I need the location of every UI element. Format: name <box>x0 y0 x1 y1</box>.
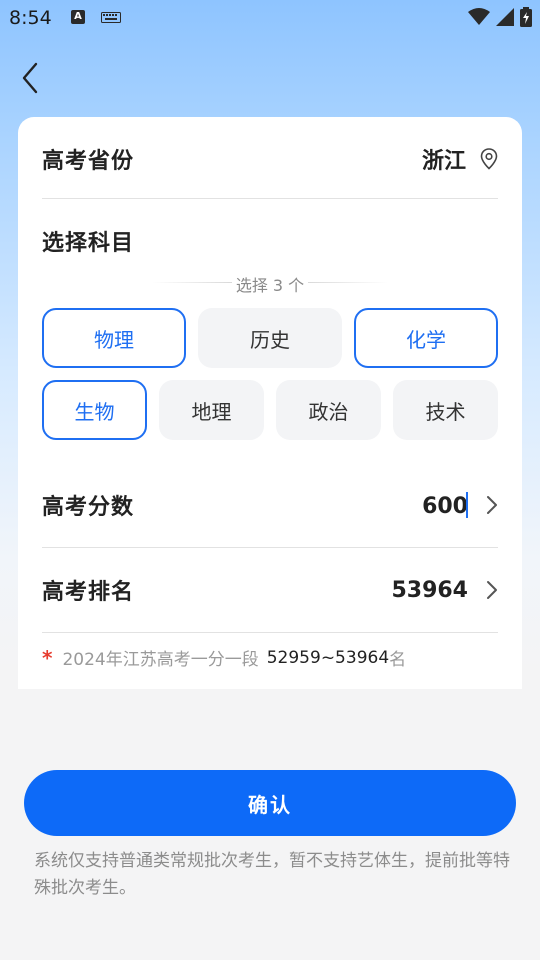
status-bar: 8:54 A <box>0 0 540 36</box>
status-icons <box>468 7 532 27</box>
text-cursor <box>466 491 468 518</box>
chevron-right-icon <box>487 581 497 599</box>
divider <box>42 547 498 548</box>
subjects-row: 选择科目 <box>42 221 498 261</box>
subjects-hint: 选择 3 个 <box>235 276 305 295</box>
subject-chip-politics[interactable]: 政治 <box>276 380 381 440</box>
rank-note: * 2024年江苏高考一分一段 52959~53964 名 <box>42 645 407 671</box>
footnote: 系统仅支持普通类常规批次考生，暂不支持艺体生，提前批等特殊批次考生。 <box>34 851 510 898</box>
province-label: 高考省份 <box>42 149 135 174</box>
location-pin-icon <box>480 148 498 170</box>
rank-row[interactable]: 高考排名 53964 <box>42 570 498 610</box>
rank-note-text: 2024年江苏高考一分一段 <box>62 650 259 670</box>
subject-chip-physics[interactable]: 物理 <box>42 308 186 368</box>
score-row[interactable]: 高考分数 600 <box>42 485 498 525</box>
rank-value: 53964 <box>391 577 468 603</box>
status-time: 8:54 <box>9 7 52 29</box>
divider <box>42 198 498 199</box>
screen: 8:54 A 高考省份 浙江 选择科目 选择 3 个 物理 历史 化学 生物 地… <box>0 0 540 960</box>
score-label: 高考分数 <box>42 495 135 520</box>
hint-line-right <box>308 282 388 283</box>
required-star: * <box>42 645 53 670</box>
chevron-right-icon <box>487 496 497 514</box>
divider <box>42 632 498 633</box>
input-method-icon: A <box>71 10 85 24</box>
signal-icon <box>496 8 514 26</box>
form-card: 高考省份 浙江 选择科目 选择 3 个 物理 历史 化学 生物 地理 政治 技术… <box>18 117 522 689</box>
rank-note-range: 52959~53964 <box>266 647 390 668</box>
rank-label: 高考排名 <box>42 580 135 605</box>
subject-chip-technology[interactable]: 技术 <box>393 380 498 440</box>
score-input[interactable]: 600 <box>422 494 468 519</box>
keyboard-icon <box>101 12 121 23</box>
confirm-button[interactable]: 确认 <box>24 770 516 836</box>
subjects-label: 选择科目 <box>42 231 135 256</box>
subject-chip-chemistry[interactable]: 化学 <box>354 308 498 368</box>
rank-note-suffix: 名 <box>389 650 407 670</box>
province-row[interactable]: 高考省份 浙江 <box>42 139 498 179</box>
battery-icon <box>520 7 532 27</box>
score-value[interactable]: 600 <box>422 491 468 519</box>
wifi-icon <box>468 8 490 25</box>
province-value: 浙江 <box>421 149 466 174</box>
subject-chip-biology[interactable]: 生物 <box>42 380 147 440</box>
back-arrow-icon[interactable] <box>18 60 46 96</box>
subject-chip-geography[interactable]: 地理 <box>159 380 264 440</box>
subject-chip-history[interactable]: 历史 <box>198 308 342 368</box>
